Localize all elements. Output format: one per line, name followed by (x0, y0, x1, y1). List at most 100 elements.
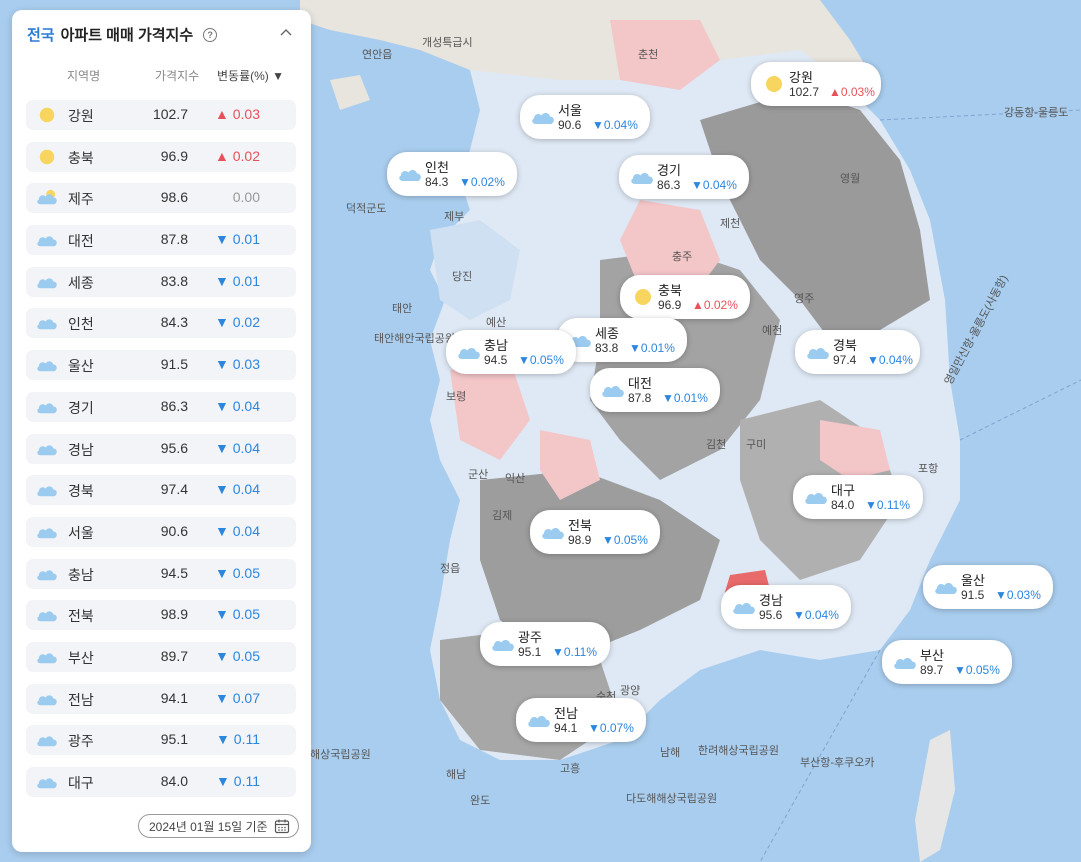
bubble-region-change: ▼0.01% (629, 341, 675, 355)
cloud-icon (34, 273, 60, 291)
partly-cloudy-icon (34, 189, 60, 207)
region-bubble[interactable]: 강원 102.7 ▲0.03% (751, 62, 881, 106)
help-circle-icon[interactable]: ? (203, 27, 218, 42)
bubble-region-name: 충북 (658, 283, 682, 298)
bubble-region-index: 96.9 (658, 298, 682, 312)
region-change: ▼ 0.01 (215, 231, 260, 248)
region-change: ▼ 0.05 (215, 647, 260, 664)
region-bubble[interactable]: 전북 98.9 ▼0.05% (530, 510, 660, 554)
cloud-icon (540, 522, 566, 542)
bubble-region-index: 94.5 (484, 353, 508, 367)
region-row[interactable]: 충북 96.9 ▲ 0.02 (26, 141, 296, 172)
bubble-region-index: 87.8 (628, 391, 652, 405)
map-place-label: 한려해상국립공원 (698, 745, 779, 757)
scope-selector[interactable]: 전국 (27, 24, 55, 45)
region-bubble[interactable]: 인천 84.3 ▼0.02% (387, 152, 517, 196)
region-row[interactable]: 광주 95.1 ▼ 0.11 (26, 725, 296, 756)
col-head-change-label: 변동률(%) (217, 69, 269, 83)
sun-icon (761, 74, 787, 94)
region-row[interactable]: 대전 87.8 ▼ 0.01 (26, 225, 296, 256)
region-change: ▼ 0.04 (215, 397, 260, 414)
region-bubble[interactable]: 광주 95.1 ▼0.11% (480, 622, 610, 666)
bubble-region-name: 전북 (568, 518, 592, 533)
region-bubble[interactable]: 충북 96.9 ▲0.02% (620, 275, 750, 319)
region-bubble[interactable]: 세종 83.8 ▼0.01% (557, 318, 687, 362)
region-name: 경남 (68, 441, 94, 458)
region-row[interactable]: 전북 98.9 ▼ 0.05 (26, 600, 296, 631)
cloud-icon (34, 231, 60, 249)
region-change: ▼ 0.11 (216, 731, 260, 748)
region-bubble[interactable]: 경기 86.3 ▼0.04% (619, 155, 749, 199)
region-name: 인천 (68, 316, 94, 333)
region-bubble[interactable]: 충남 94.5 ▼0.05% (446, 330, 576, 374)
region-row[interactable]: 부산 89.7 ▼ 0.05 (26, 641, 296, 672)
region-bubble[interactable]: 울산 91.5 ▼0.03% (923, 565, 1053, 609)
bubble-region-name: 부산 (920, 648, 944, 663)
map-place-label: 김천 (706, 439, 727, 451)
bubble-region-index: 98.9 (568, 533, 592, 547)
region-row[interactable]: 대구 84.0 ▼ 0.11 (26, 767, 296, 797)
cloud-icon (731, 597, 757, 617)
region-bubble[interactable]: 서울 90.6 ▼0.04% (520, 95, 650, 139)
region-index: 95.1 (160, 731, 188, 748)
region-change: ▼ 0.05 (215, 564, 260, 581)
bubble-region-index: 91.5 (961, 588, 985, 602)
region-bubble[interactable]: 대구 84.0 ▼0.11% (793, 475, 923, 519)
col-head-change[interactable]: 변동률(%) ▼ (217, 67, 284, 84)
map-place-label: 제천 (720, 218, 741, 230)
region-row[interactable]: 울산 91.5 ▼ 0.03 (26, 350, 296, 381)
region-row[interactable]: 충남 94.5 ▼ 0.05 (26, 558, 296, 589)
bubble-region-name: 대구 (831, 483, 855, 498)
region-bubble[interactable]: 경북 97.4 ▼0.04% (795, 330, 920, 374)
region-row[interactable]: 경남 95.6 ▼ 0.04 (26, 433, 296, 464)
bubble-region-change: ▼0.05% (602, 533, 648, 547)
region-bubble[interactable]: 경남 95.6 ▼0.04% (721, 585, 851, 629)
map-place-label: 정읍 (440, 563, 461, 575)
map-place-label: 해남 (446, 769, 467, 781)
chevron-up-icon[interactable] (279, 26, 293, 40)
region-index: 94.1 (160, 689, 188, 706)
region-index: 91.5 (160, 356, 188, 373)
map-place-label: 군산 (468, 469, 489, 481)
bubble-region-name: 세종 (595, 326, 619, 341)
bubble-region-index: 90.6 (558, 118, 582, 132)
bubble-region-change: ▼0.11% (865, 498, 911, 512)
cloud-icon (456, 342, 482, 362)
cloud-icon (892, 652, 918, 672)
region-bubble[interactable]: 전남 94.1 ▼0.07% (516, 698, 646, 742)
cloud-icon (34, 481, 60, 499)
bubble-region-change: ▼0.03% (995, 588, 1041, 602)
region-index: 90.6 (160, 522, 188, 539)
region-row[interactable]: 세종 83.8 ▼ 0.01 (26, 266, 296, 297)
region-row[interactable]: 경기 86.3 ▼ 0.04 (26, 391, 296, 422)
date-picker-button[interactable]: 2024년 01월 15일 기준 (138, 814, 299, 838)
map-place-label: 김제 (492, 510, 513, 522)
sun-icon (630, 287, 656, 307)
region-change: ▲ 0.02 (215, 147, 260, 164)
bubble-region-change: ▲0.03% (829, 85, 875, 99)
region-index: 84.3 (160, 314, 188, 331)
region-row[interactable]: 전남 94.1 ▼ 0.07 (26, 683, 296, 714)
region-bubble[interactable]: 부산 89.7 ▼0.05% (882, 640, 1012, 684)
region-name: 서울 (68, 524, 94, 541)
bubble-region-change: ▼0.05% (518, 353, 564, 367)
map-place-label: 당진 (452, 271, 473, 283)
region-row[interactable]: 경북 97.4 ▼ 0.04 (26, 475, 296, 506)
map-place-label: 포항 (918, 463, 939, 475)
region-row[interactable]: 강원 102.7 ▲ 0.03 (26, 100, 296, 130)
bubble-region-change: ▼0.11% (552, 645, 598, 659)
region-row[interactable]: 제주 98.6 0.00 (26, 183, 296, 214)
bubble-region-index: 94.1 (554, 721, 578, 735)
region-row[interactable]: 서울 90.6 ▼ 0.04 (26, 516, 296, 547)
cloud-icon (490, 634, 516, 654)
region-index: 86.3 (160, 397, 188, 414)
cloud-icon (933, 577, 959, 597)
region-index: 95.6 (160, 439, 188, 456)
region-row[interactable]: 인천 84.3 ▼ 0.02 (26, 308, 296, 339)
bubble-region-name: 강원 (789, 70, 813, 85)
map-place-label: 완도 (470, 795, 491, 807)
region-name: 충북 (68, 149, 94, 166)
cloud-icon (34, 606, 60, 624)
bubble-region-name: 서울 (558, 103, 582, 118)
region-bubble[interactable]: 대전 87.8 ▼0.01% (590, 368, 720, 412)
